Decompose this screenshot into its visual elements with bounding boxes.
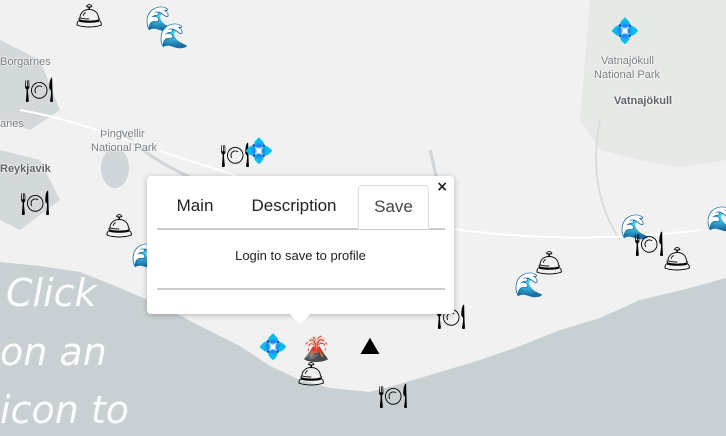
bell-marker-icon[interactable]: 🛎 [662, 245, 692, 275]
plate-marker-icon[interactable]: 🍽 [20, 189, 50, 219]
overlay-instruction-line-1: Click [6, 271, 97, 315]
bell-marker-icon[interactable]: 🛎 [104, 212, 134, 242]
map-label-thingvellir: Þingvellir [100, 128, 145, 140]
mountains-marker-icon[interactable]: ⛰ [355, 332, 385, 362]
map-label-thingvellir-park: National Park [91, 142, 158, 154]
diamond-marker-icon[interactable]: 💠 [258, 333, 288, 363]
map-label-vatnajokull-park-2: National Park [594, 69, 661, 81]
diamond-marker-icon[interactable]: 💠 [610, 17, 640, 47]
map-label-reykjavik: Reykjavik [0, 163, 51, 175]
diamond-marker-icon[interactable]: 💠 [244, 137, 274, 167]
login-message: Login to save to profile [235, 248, 366, 263]
marker-popup: × Main Description Save Login to save to… [147, 176, 454, 324]
plate-marker-icon[interactable]: 🍽 [378, 382, 408, 412]
bell-marker-icon[interactable]: 🛎 [74, 2, 104, 32]
tab-description[interactable]: Description [241, 185, 347, 227]
map-label-vatnajokull: Vatnajökull [614, 95, 673, 107]
overlay-instruction-line-2: on an [0, 330, 107, 374]
map-label-vatnajokull-park: Vatnajökull [601, 55, 654, 67]
map-label-anes: anes [0, 118, 24, 130]
overlay-instruction-line-3: icon to [0, 388, 130, 432]
waves-marker-icon[interactable]: 🌊 [706, 205, 726, 235]
waves-marker-icon[interactable]: 🌊 [159, 22, 189, 52]
map-label-borgarnes: Borgarnes [0, 56, 51, 68]
plate-marker-icon[interactable]: 🍽 [24, 76, 54, 106]
plate-marker-icon[interactable]: 🍽 [634, 230, 664, 260]
popup-tab-bar: Main Description Save [157, 185, 445, 230]
waves-marker-icon[interactable]: 🌊 [514, 271, 544, 301]
tab-main[interactable]: Main [167, 185, 223, 227]
tab-save[interactable]: Save [358, 185, 429, 229]
divider [157, 288, 445, 290]
bell-marker-icon[interactable]: 🛎 [296, 360, 326, 390]
